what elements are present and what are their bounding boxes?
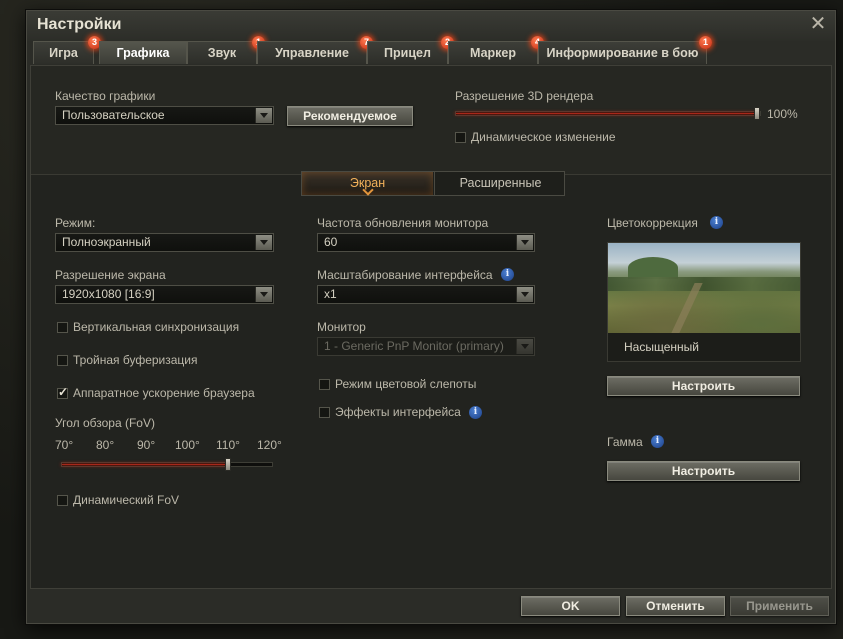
ok-button[interactable]: OK <box>521 596 620 616</box>
interface-scale-label: Масштабирование интерфейса <box>317 268 493 282</box>
browser-acceleration-label: Аппаратное ускорение браузера <box>73 386 255 400</box>
tab-label: Графика <box>116 46 170 60</box>
colorblind-checkbox[interactable] <box>319 379 330 390</box>
dynamic-change-checkbox[interactable] <box>455 132 466 143</box>
monitor-value: 1 - Generic PnP Monitor (primary) <box>324 339 504 353</box>
slider-thumb[interactable] <box>754 107 760 120</box>
chevron-down-icon <box>255 108 272 123</box>
fov-tick: 80° <box>96 438 115 452</box>
interface-effects-checkbox[interactable] <box>319 407 330 418</box>
render-resolution-value: 100% <box>767 107 798 121</box>
recommended-button[interactable]: Рекомендуемое <box>287 106 413 126</box>
render-resolution-label: Разрешение 3D рендера <box>455 89 594 103</box>
triple-buffering-label: Тройная буферизация <box>73 353 198 367</box>
color-correction-label: Цветокоррекция <box>607 216 698 230</box>
settings-window: Настройки ✕ Игра 3 Графика Звук 1 Управл… <box>26 10 836 624</box>
tab-marker[interactable]: Маркер 4 <box>448 36 544 64</box>
tab-battle-info[interactable]: Информирование в бою 1 <box>538 36 712 64</box>
chevron-down-icon <box>255 235 272 250</box>
subtab-advanced[interactable]: Расширенные <box>434 172 566 195</box>
chevron-down-icon <box>255 287 272 302</box>
interface-effects-label: Эффекты интерфейса <box>335 405 461 419</box>
quality-select[interactable]: Пользовательское <box>55 106 274 125</box>
info-icon[interactable]: i <box>469 406 482 419</box>
fov-tick: 110° <box>216 438 240 452</box>
triple-buffering-checkbox[interactable] <box>57 355 68 366</box>
resolution-select[interactable]: 1920x1080 [16:9] <box>55 285 274 304</box>
fov-tick: 120° <box>257 438 282 452</box>
landscape-preview-image <box>608 243 800 333</box>
tab-label: Информирование в бою <box>546 46 699 60</box>
resolution-value: 1920x1080 [16:9] <box>62 287 155 301</box>
mode-select[interactable]: Полноэкранный <box>55 233 274 252</box>
dynamic-fov-label: Динамический FoV <box>73 493 180 507</box>
tab-label: Игра <box>49 46 78 60</box>
tab-label: Прицел <box>384 46 431 60</box>
cancel-button[interactable]: Отменить <box>626 596 725 616</box>
color-correction-preview[interactable]: Насыщенный <box>607 242 801 362</box>
refresh-rate-select[interactable]: 60 <box>317 233 535 252</box>
info-icon[interactable]: i <box>710 216 723 229</box>
close-icon[interactable]: ✕ <box>807 13 829 35</box>
tab-label: Управление <box>275 46 349 60</box>
fov-tick: 100° <box>175 438 200 452</box>
slider-fill <box>456 113 754 114</box>
fov-slider[interactable] <box>61 458 273 471</box>
preview-hill <box>628 257 678 279</box>
info-icon[interactable]: i <box>501 268 514 281</box>
graphics-panel: Качество графики Пользовательское Рекоме… <box>30 65 832 589</box>
fov-tick: 70° <box>55 438 74 452</box>
dynamic-fov-checkbox[interactable] <box>57 495 68 506</box>
monitor-label: Монитор <box>317 320 366 334</box>
render-resolution-slider[interactable] <box>455 107 761 120</box>
footer: OK Отменить Применить <box>27 589 835 623</box>
tab-sound[interactable]: Звук 1 <box>187 36 265 64</box>
preview-caption: Насыщенный <box>608 333 800 361</box>
chevron-down-icon <box>516 235 533 250</box>
window-title: Настройки <box>37 16 122 33</box>
chevron-down-icon <box>516 339 533 354</box>
mode-value: Полноэкранный <box>62 235 151 249</box>
top-section: Качество графики Пользовательское Рекоме… <box>31 66 831 175</box>
tab-controls[interactable]: Управление 7 <box>257 36 373 64</box>
browser-acceleration-checkbox[interactable] <box>57 385 68 399</box>
colorblind-label: Режим цветовой слепоты <box>335 377 477 391</box>
dynamic-change-label: Динамическое изменение <box>471 130 616 144</box>
configure-gamma-button[interactable]: Настроить <box>607 461 800 481</box>
gamma-label: Гамма <box>607 435 643 449</box>
title-bar: Настройки <box>27 11 835 41</box>
vsync-label: Вертикальная синхронизация <box>73 320 240 334</box>
info-icon[interactable]: i <box>651 435 664 448</box>
tab-game[interactable]: Игра 3 <box>33 36 101 64</box>
vsync-checkbox[interactable] <box>57 322 68 333</box>
tab-label: Звук <box>207 46 237 60</box>
preview-trees <box>608 277 800 291</box>
mode-label: Режим: <box>55 216 96 230</box>
tab-graphics[interactable]: Графика <box>99 41 187 64</box>
configure-color-button[interactable]: Настроить <box>607 376 800 396</box>
fov-tick: 90° <box>137 438 156 452</box>
subtab-screen[interactable]: Экран <box>302 172 433 195</box>
interface-scale-select[interactable]: x1 <box>317 285 535 304</box>
slider-fill <box>62 464 225 465</box>
apply-button[interactable]: Применить <box>730 596 829 616</box>
monitor-select: 1 - Generic PnP Monitor (primary) <box>317 337 535 356</box>
quality-value: Пользовательское <box>62 108 165 122</box>
tab-sight[interactable]: Прицел 2 <box>367 36 454 64</box>
fov-label: Угол обзора (FoV) <box>55 416 155 430</box>
tab-label: Маркер <box>470 46 516 60</box>
refresh-rate-label: Частота обновления монитора <box>317 216 489 230</box>
refresh-rate-value: 60 <box>324 235 338 249</box>
resolution-label: Разрешение экрана <box>55 268 166 282</box>
sub-tab-bar: Экран Расширенные <box>301 171 565 196</box>
interface-scale-value: x1 <box>324 287 337 301</box>
notification-badge: 1 <box>699 36 712 49</box>
chevron-down-icon <box>516 287 533 302</box>
slider-thumb[interactable] <box>225 458 231 471</box>
quality-label: Качество графики <box>55 89 156 103</box>
